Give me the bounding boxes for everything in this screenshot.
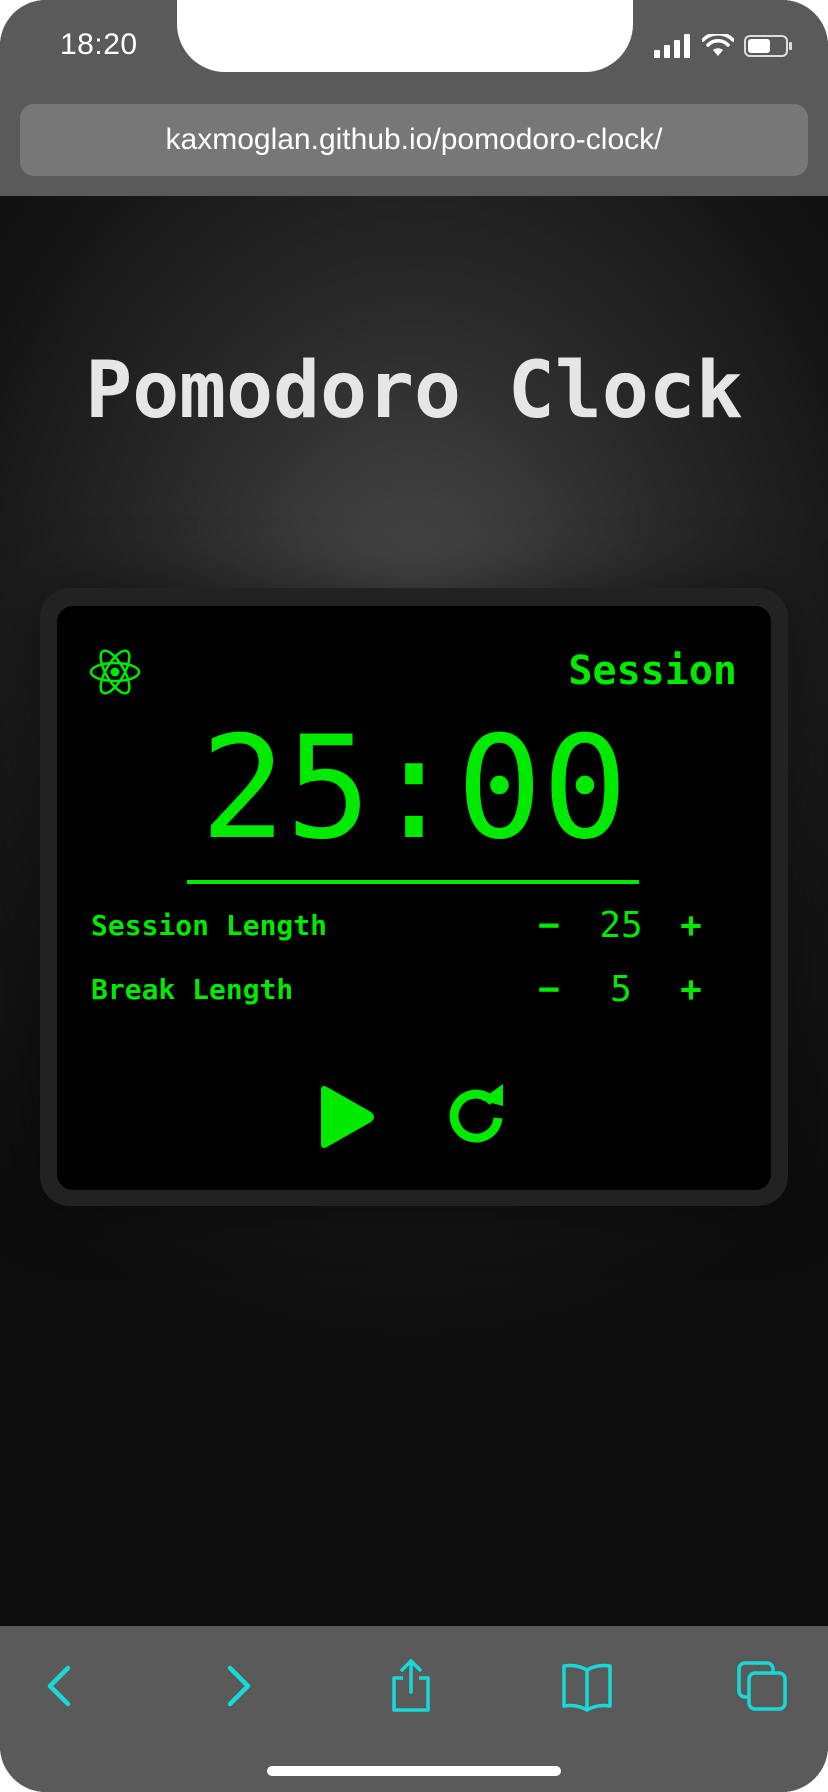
address-bar[interactable]: kaxmoglan.github.io/pomodoro-clock/ — [20, 104, 808, 176]
timer-underline — [187, 880, 639, 884]
refresh-icon — [449, 1084, 503, 1143]
break-length-value: 5 — [610, 969, 632, 1010]
tabs-button[interactable] — [732, 1656, 792, 1716]
share-button[interactable] — [381, 1656, 441, 1716]
session-length-label: Session Length — [91, 909, 328, 942]
react-atom-icon — [89, 649, 141, 695]
bookmarks-button[interactable] — [557, 1656, 617, 1716]
break-length-row: Break Length − 5 + — [91, 968, 737, 1012]
page-content: Pomodoro Clock Session 25:00 Session Len… — [0, 196, 828, 1626]
battery-icon — [744, 35, 792, 57]
forward-chevron-icon — [227, 1665, 251, 1707]
break-increment-button[interactable]: + — [669, 968, 713, 1012]
tabs-icon — [737, 1661, 787, 1711]
clock-panel: Session 25:00 Session Length − 25 + Brea… — [57, 606, 771, 1190]
cellular-signal-icon — [654, 34, 690, 58]
url-text: kaxmoglan.github.io/pomodoro-clock/ — [165, 123, 663, 156]
back-chevron-icon — [47, 1665, 71, 1707]
device-notch — [177, 0, 633, 72]
session-length-row: Session Length − 25 + — [91, 904, 737, 948]
status-time: 18:20 — [60, 28, 138, 61]
reset-button[interactable] — [443, 1080, 509, 1146]
play-icon — [321, 1086, 374, 1148]
timer-mode-label: Session — [568, 648, 737, 694]
break-length-label: Break Length — [91, 973, 294, 1006]
session-length-value: 25 — [599, 905, 643, 946]
back-button[interactable] — [30, 1656, 90, 1716]
wifi-icon — [702, 34, 734, 56]
home-indicator — [267, 1766, 561, 1776]
session-increment-button[interactable]: + — [669, 904, 713, 948]
browser-top-chrome: 18:20 kaxmoglan.github.io/pomodoro-clock… — [0, 0, 828, 196]
share-icon — [392, 1659, 430, 1712]
session-decrement-button[interactable]: − — [527, 904, 571, 948]
timer-display: 25:00 — [200, 706, 628, 871]
browser-bottom-toolbar — [0, 1626, 828, 1792]
page-title: Pomodoro Clock — [85, 346, 743, 436]
phone-screen: 18:20 kaxmoglan.github.io/pomodoro-clock… — [0, 0, 828, 1792]
forward-button[interactable] — [208, 1656, 268, 1716]
bookmarks-book-icon — [562, 1663, 612, 1712]
status-icons — [654, 34, 794, 58]
break-decrement-button[interactable]: − — [527, 968, 571, 1012]
play-button[interactable] — [315, 1084, 377, 1150]
